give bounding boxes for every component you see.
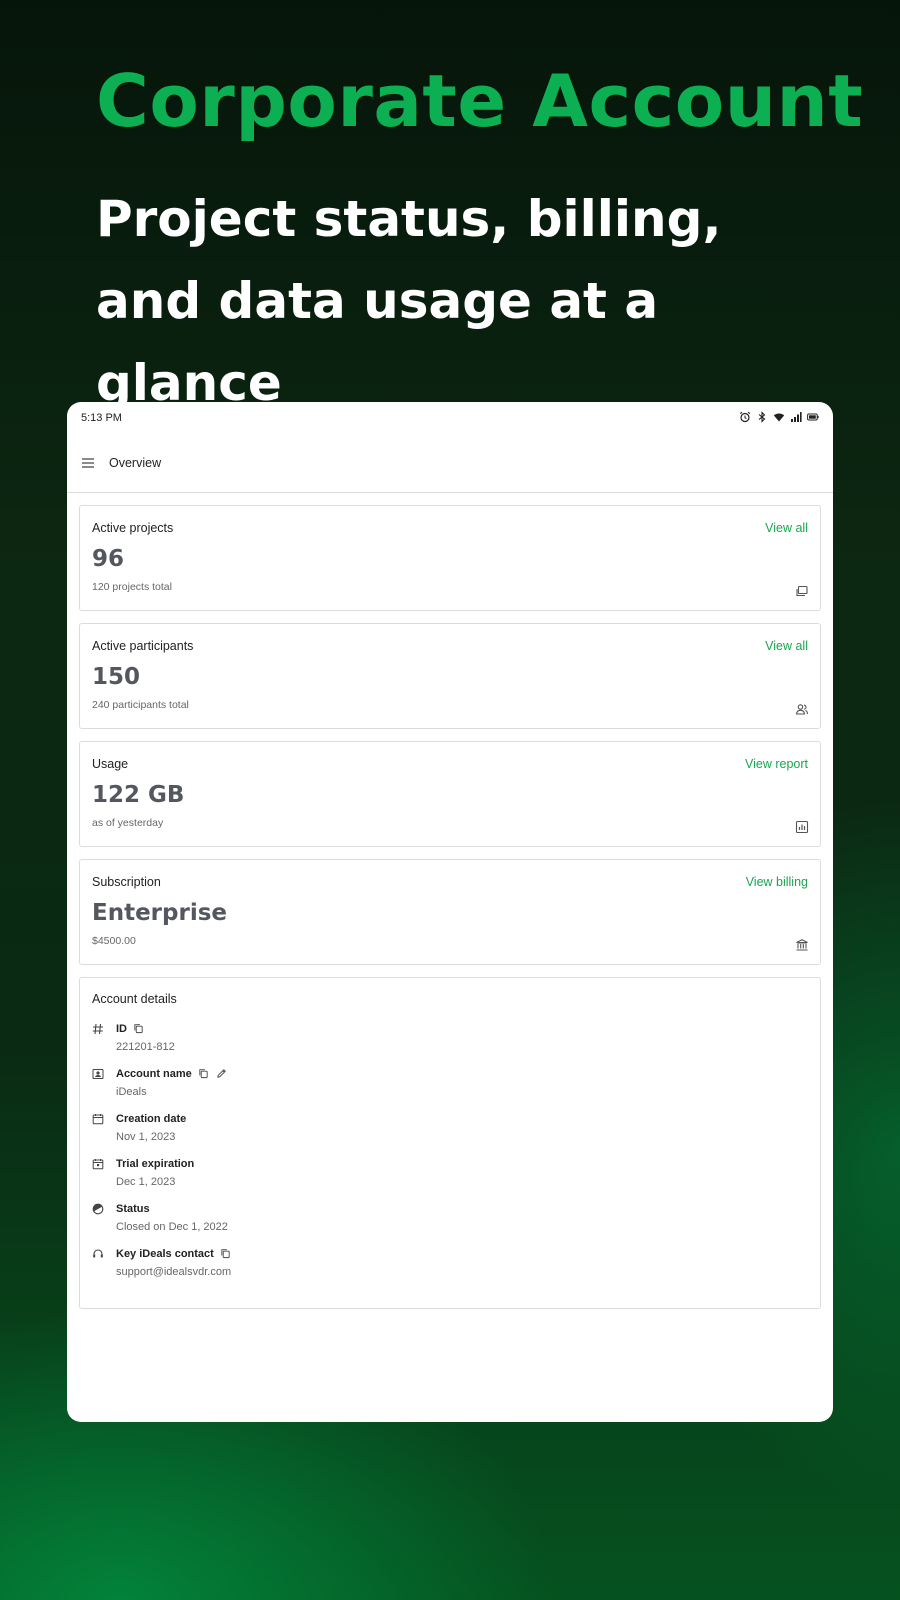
folders-icon [795,584,809,598]
detail-value: Nov 1, 2023 [116,1131,176,1143]
detail-label: Key iDeals contact [116,1248,214,1260]
calendar-event-icon [92,1156,116,1188]
detail-label: ID [116,1023,127,1035]
detail-label: Status [116,1203,150,1215]
view-report-link[interactable]: View report [745,757,808,771]
menu-button[interactable] [79,454,97,472]
detail-key-contact: Key iDeals contact support@idealsvdr.com [92,1246,808,1278]
view-billing-link[interactable]: View billing [746,875,808,889]
account-details-card: Account details ID 221201-812 Account na… [79,977,821,1309]
detail-status: Status Closed on Dec 1, 2022 [92,1201,808,1233]
detail-label: Creation date [116,1113,187,1125]
hash-icon [92,1021,116,1053]
calendar-icon [92,1111,116,1143]
card-subtext: 120 projects total [92,581,172,593]
detail-creation-date: Creation date Nov 1, 2023 [92,1111,808,1143]
chart-icon [795,820,809,834]
hero-title: Corporate Account [96,59,864,143]
active-projects-card: Active projects View all 96 120 projects… [79,505,821,611]
card-value: 150 [92,664,141,690]
account-card-icon [92,1066,116,1098]
app-bar: Overview [67,434,833,493]
detail-label: Account name [116,1068,192,1080]
card-subtext: as of yesterday [92,817,164,829]
card-label: Usage [92,757,129,771]
detail-value: Closed on Dec 1, 2022 [116,1221,228,1233]
status-icons [739,410,819,426]
card-subtext: $4500.00 [92,935,136,947]
alarm-icon [739,411,751,426]
active-participants-card: Active participants View all 150 240 par… [79,623,821,729]
usage-card: Usage View report 122 GB as of yesterday [79,741,821,847]
wifi-icon [773,411,785,426]
card-label: Subscription [92,875,161,889]
hamburger-icon [82,458,94,468]
copy-account-name-icon[interactable] [198,1068,210,1080]
bluetooth-icon [756,410,768,426]
view-all-participants-link[interactable]: View all [765,639,808,653]
detail-value: support@idealsvdr.com [116,1266,232,1278]
status-icon [92,1201,116,1233]
status-bar: 5:13 PM [67,402,833,434]
detail-label: Trial expiration [116,1158,195,1170]
battery-icon [807,411,819,426]
detail-id: ID 221201-812 [92,1021,808,1053]
signal-icon [790,411,802,426]
card-value: 122 GB [92,782,185,808]
card-label: Active projects [92,521,174,535]
subscription-card: Subscription View billing Enterprise $45… [79,859,821,965]
edit-pencil-icon[interactable] [216,1068,228,1080]
detail-value: 221201-812 [116,1041,175,1053]
card-subtext: 240 participants total [92,699,189,711]
overview-content: Active projects View all 96 120 projects… [67,493,833,1309]
headset-icon [92,1246,116,1278]
detail-trial-expiration: Trial expiration Dec 1, 2023 [92,1156,808,1188]
bank-icon [795,938,809,952]
detail-value: iDeals [116,1086,147,1098]
page-title: Overview [109,456,162,470]
status-time: 5:13 PM [81,412,122,424]
detail-value: Dec 1, 2023 [116,1176,176,1188]
card-value: 96 [92,546,125,572]
hero-subtitle: Project status, billing, and data usage … [96,190,722,412]
detail-account-name: Account name iDeals [92,1066,808,1098]
copy-contact-icon[interactable] [220,1248,232,1260]
view-all-projects-link[interactable]: View all [765,521,808,535]
card-value: Enterprise [92,900,228,926]
users-icon [795,702,809,716]
copy-id-icon[interactable] [133,1023,145,1035]
account-details-title: Account details [92,992,177,1006]
device-screen: 5:13 PM Overview Active projects View al… [67,402,833,1422]
card-label: Active participants [92,639,194,653]
